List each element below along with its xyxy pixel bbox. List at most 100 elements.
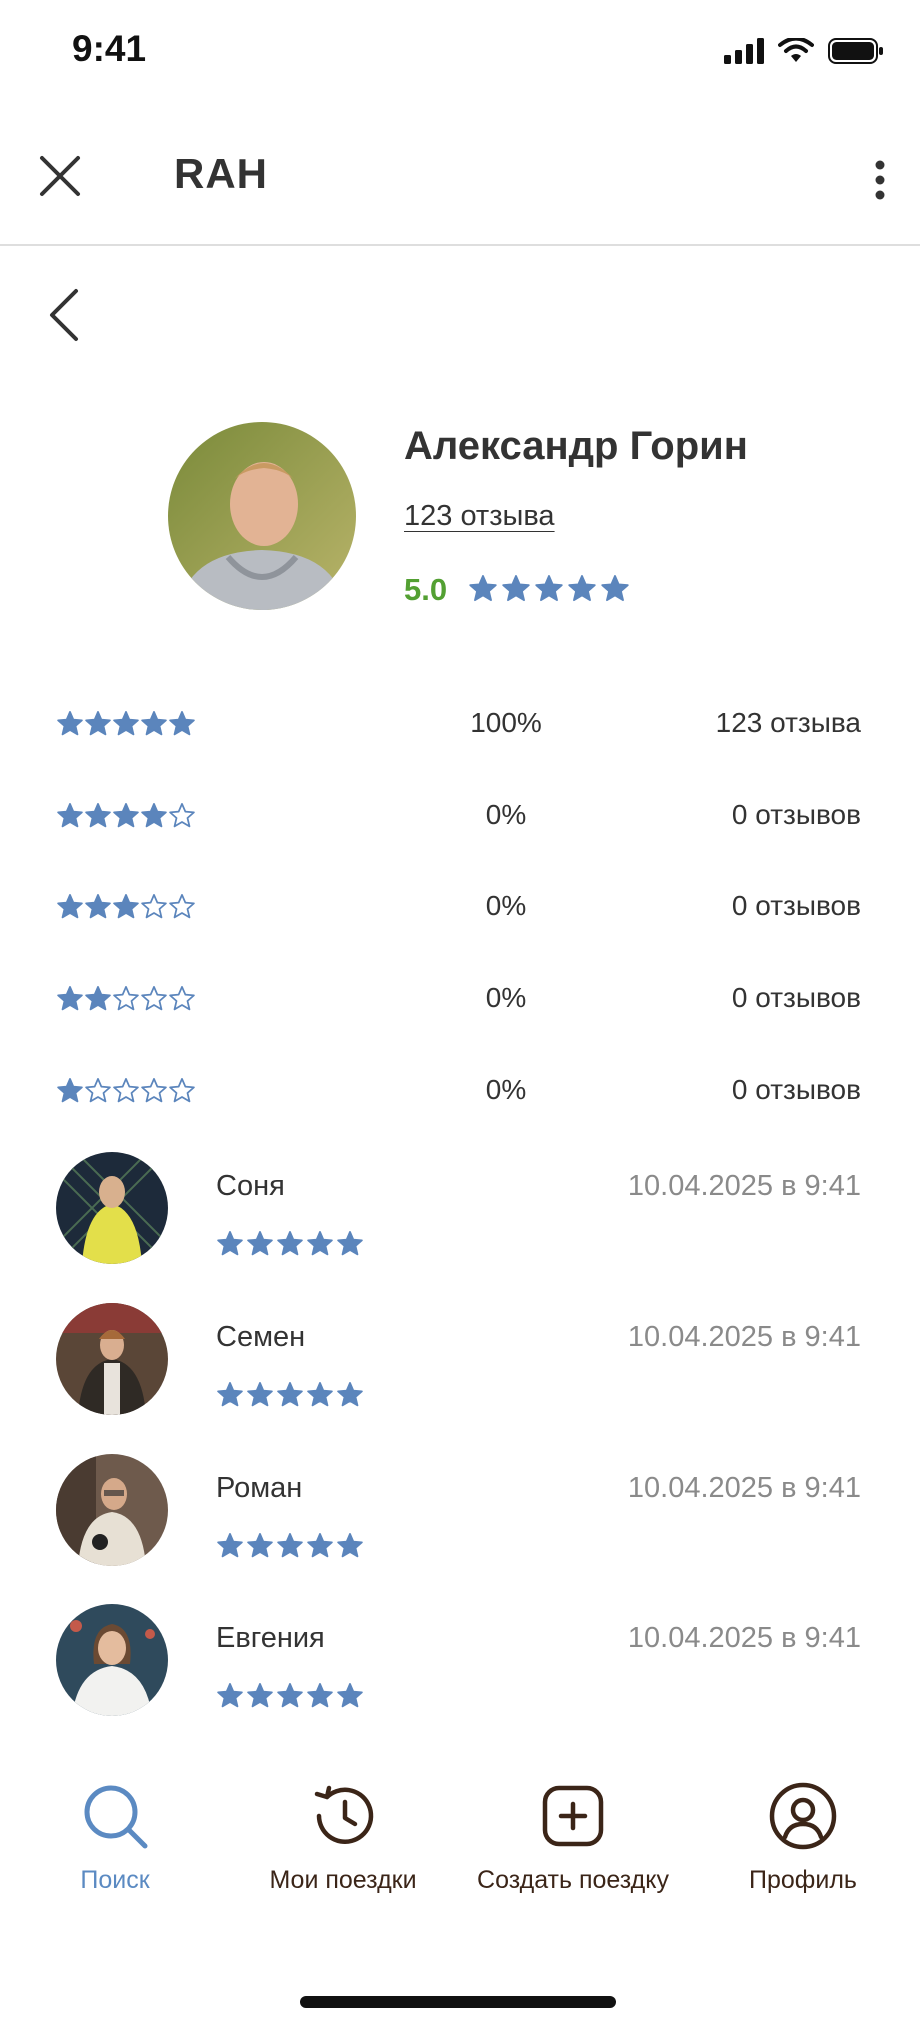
star-filled-icon — [141, 710, 167, 736]
star-empty-icon — [113, 1077, 139, 1103]
review-item[interactable]: Семен 10.04.2025 в 9:41 — [56, 1303, 861, 1421]
review-stars — [216, 1381, 364, 1409]
nav-my-trips[interactable]: Мои поездки — [228, 1780, 458, 1895]
home-indicator — [300, 1996, 616, 2008]
reviewer-avatar — [56, 1303, 168, 1415]
nav-search[interactable]: Поиск — [0, 1780, 230, 1895]
wifi-icon — [778, 38, 814, 62]
rating-row-3: 0% 0 отзывов — [56, 888, 861, 928]
review-stars — [216, 1230, 364, 1258]
star-filled-icon — [568, 575, 596, 602]
star-filled-icon — [307, 1532, 333, 1558]
nav-create-trip[interactable]: Создать поездку — [458, 1780, 688, 1895]
star-empty-icon — [169, 802, 195, 828]
rating-row-percent: 0% — [485, 799, 527, 830]
star-filled-icon — [141, 802, 167, 828]
reviews-count-link[interactable]: 123 отзыва — [404, 500, 555, 533]
nav-profile[interactable]: Профиль — [688, 1780, 918, 1895]
star-filled-icon — [217, 1682, 243, 1708]
review-item[interactable]: Роман 10.04.2025 в 9:41 — [56, 1454, 861, 1572]
star-filled-icon — [247, 1230, 273, 1256]
review-item[interactable]: Соня 10.04.2025 в 9:41 — [56, 1152, 861, 1270]
signal-icon — [724, 38, 764, 64]
bottom-nav: Поиск Мои поездки Создать поездку Профил… — [0, 1780, 920, 1920]
star-filled-icon — [307, 1682, 333, 1708]
nav-label: Мои поездки — [269, 1866, 417, 1894]
star-filled-icon — [113, 710, 139, 736]
close-icon[interactable] — [36, 152, 84, 200]
star-filled-icon — [85, 802, 111, 828]
star-filled-icon — [57, 1077, 83, 1103]
reviewer-name: Соня — [216, 1170, 285, 1202]
star-filled-icon — [337, 1682, 363, 1708]
rating-row-stars — [56, 893, 196, 921]
rating-row-percent: 0% — [485, 890, 527, 921]
star-filled-icon — [217, 1230, 243, 1256]
rating-row-4: 0% 0 отзывов — [56, 797, 861, 837]
nav-label: Поиск — [80, 1866, 150, 1894]
star-filled-icon — [113, 893, 139, 919]
star-filled-icon — [277, 1682, 303, 1708]
reviewer-name: Семен — [216, 1321, 306, 1353]
star-filled-icon — [307, 1230, 333, 1256]
status-icons — [724, 38, 884, 64]
star-filled-icon — [502, 575, 530, 602]
history-icon — [314, 1785, 374, 1844]
profile-rating-stars — [468, 574, 630, 604]
add-square-icon — [542, 1785, 604, 1847]
star-filled-icon — [535, 575, 563, 602]
star-filled-icon — [217, 1532, 243, 1558]
star-filled-icon — [57, 985, 83, 1011]
back-chevron-icon[interactable] — [46, 285, 86, 345]
profile-avatar — [168, 422, 356, 610]
rating-row-count: 0 отзывов — [731, 1074, 861, 1105]
rating-row-percent: 0% — [485, 982, 527, 1013]
star-filled-icon — [169, 710, 195, 736]
star-empty-icon — [169, 893, 195, 919]
star-filled-icon — [85, 710, 111, 736]
star-filled-icon — [337, 1532, 363, 1558]
review-item[interactable]: Евгения 10.04.2025 в 9:41 — [56, 1604, 861, 1722]
star-filled-icon — [57, 893, 83, 919]
rating-row-1: 0% 0 отзывов — [56, 1072, 861, 1112]
rating-row-percent: 0% — [485, 1074, 527, 1105]
rating-row-stars — [56, 1077, 196, 1105]
rating-row-stars — [56, 985, 196, 1013]
review-stars — [216, 1532, 364, 1560]
profile-icon — [769, 1782, 837, 1850]
battery-icon — [828, 38, 883, 64]
reviewer-avatar — [56, 1152, 168, 1264]
rating-row-count: 0 отзывов — [731, 799, 861, 830]
search-icon — [84, 1785, 148, 1849]
review-date: 10.04.2025 в 9:41 — [627, 1622, 861, 1654]
rating-score: 5.0 — [404, 572, 448, 607]
star-filled-icon — [277, 1230, 303, 1256]
reviewer-avatar — [56, 1604, 168, 1716]
more-vertical-icon[interactable] — [860, 160, 900, 200]
star-empty-icon — [141, 1077, 167, 1103]
rating-row-count: 123 отзыва — [715, 707, 861, 738]
profile-name: Александр Горин — [404, 424, 748, 468]
rating-row-5: 100% 123 отзыва — [56, 705, 861, 745]
reviewer-avatar — [56, 1454, 168, 1566]
rating-row-percent: 100% — [470, 707, 542, 738]
rating-row-stars — [56, 710, 196, 738]
star-empty-icon — [113, 985, 139, 1011]
star-filled-icon — [57, 710, 83, 736]
reviewer-name: Евгения — [216, 1622, 325, 1654]
star-empty-icon — [141, 985, 167, 1011]
rating-row-count: 0 отзывов — [731, 982, 861, 1013]
nav-label: Профиль — [749, 1866, 857, 1894]
review-stars — [216, 1682, 364, 1710]
star-filled-icon — [469, 575, 497, 602]
star-filled-icon — [247, 1532, 273, 1558]
star-filled-icon — [247, 1381, 273, 1407]
app-title: RAH — [174, 150, 268, 197]
reviewer-name: Роман — [216, 1472, 303, 1504]
review-date: 10.04.2025 в 9:41 — [627, 1170, 861, 1202]
review-date: 10.04.2025 в 9:41 — [627, 1472, 861, 1504]
star-filled-icon — [113, 802, 139, 828]
review-date: 10.04.2025 в 9:41 — [627, 1321, 861, 1353]
star-filled-icon — [277, 1532, 303, 1558]
star-empty-icon — [169, 985, 195, 1011]
